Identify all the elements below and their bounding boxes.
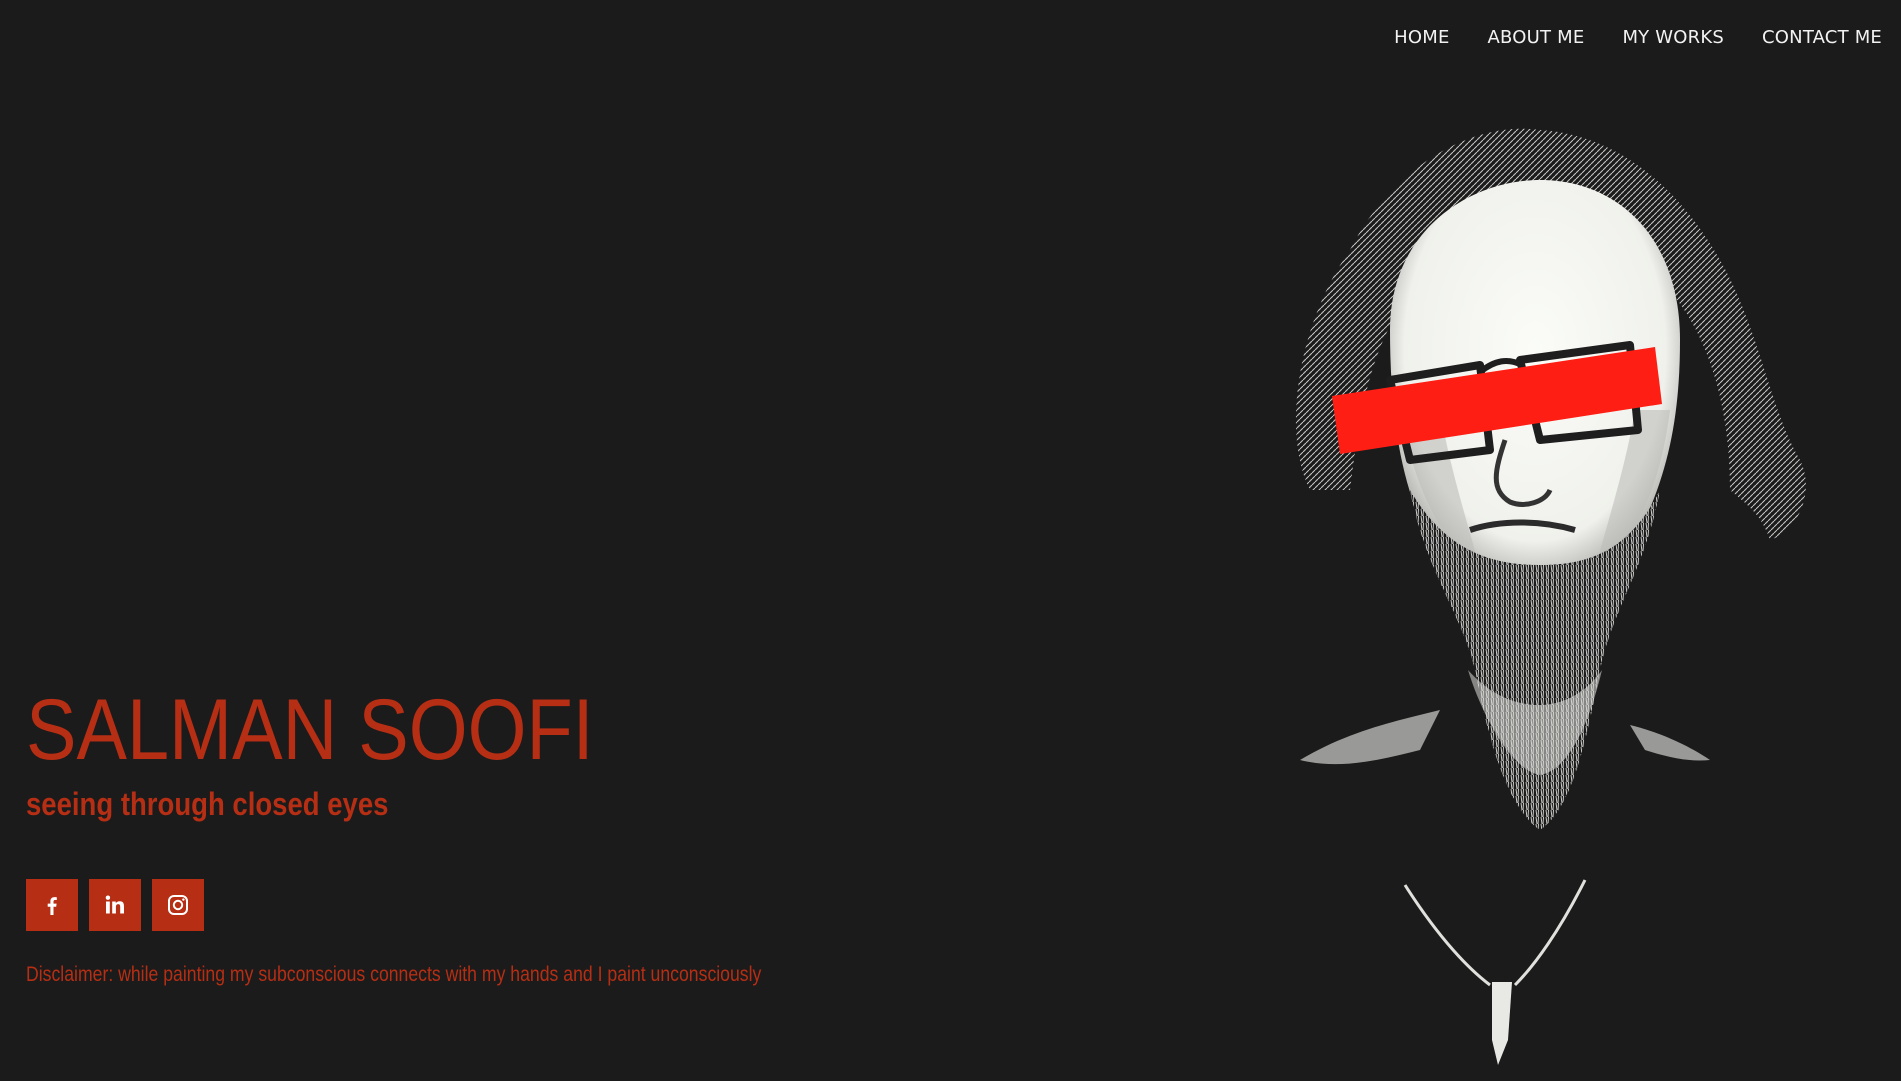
nav-works-link[interactable]: MY WORKS <box>1622 24 1724 52</box>
hero-section: SALMAN SOOFI seeing through closed eyes … <box>26 678 846 989</box>
artist-name-title: SALMAN SOOFI <box>26 682 594 778</box>
artist-portrait-image <box>1295 128 1806 1065</box>
artist-tagline: seeing through closed eyes <box>26 786 389 822</box>
instagram-button[interactable] <box>152 879 204 931</box>
facebook-button[interactable] <box>26 879 78 931</box>
social-links <box>26 879 846 931</box>
linkedin-button[interactable] <box>89 879 141 931</box>
disclaimer-text: Disclaimer: while painting my subconscio… <box>26 963 762 986</box>
nav-contact-link[interactable]: CONTACT ME <box>1762 24 1882 52</box>
top-navigation: HOME ABOUT ME MY WORKS CONTACT ME <box>1394 24 1882 52</box>
nav-home-link[interactable]: HOME <box>1394 24 1449 52</box>
facebook-icon <box>47 897 57 915</box>
instagram-icon <box>168 895 188 915</box>
nav-about-link[interactable]: ABOUT ME <box>1488 24 1585 52</box>
linkedin-icon <box>105 895 124 914</box>
